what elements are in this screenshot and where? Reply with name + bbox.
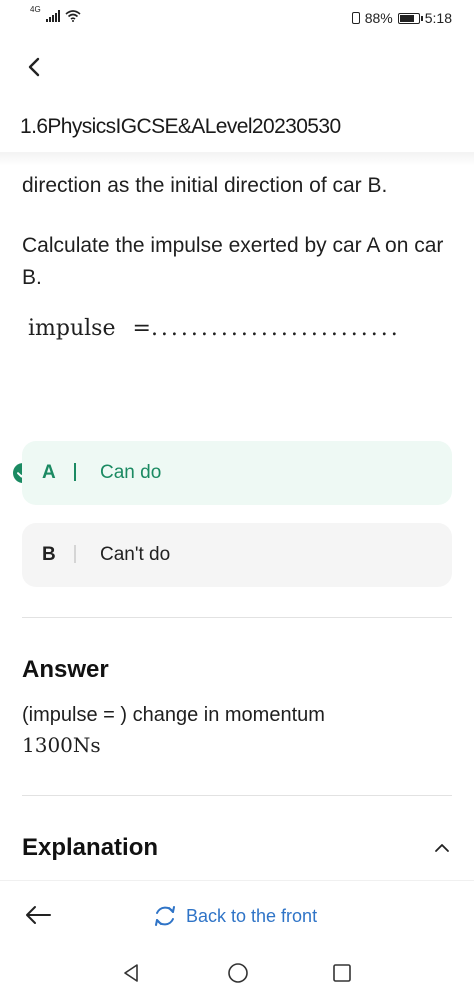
option-label: Can do (100, 462, 162, 483)
page-title: 1.6PhysicsIGCSE&ALevel20230530 (20, 115, 341, 138)
signal-icon (45, 10, 60, 22)
triangle-back-icon[interactable] (120, 962, 142, 984)
header-divider (0, 152, 474, 166)
square-recent-icon[interactable] (332, 963, 352, 983)
status-left: 4G (30, 5, 81, 22)
chevron-up-icon[interactable] (432, 838, 452, 858)
impulse-equals: = (132, 316, 151, 341)
clock: 5:18 (424, 10, 452, 26)
status-right: 88% 5:18 (351, 10, 452, 26)
answer-text-2: 1300Ns (22, 733, 101, 757)
question-text-1: direction as the initial direction of ca… (22, 174, 388, 197)
impulse-answer-line: impulse =......................... (28, 316, 401, 341)
option-b[interactable]: B Can't do (22, 523, 452, 587)
divider (22, 795, 452, 796)
circle-home-icon[interactable] (227, 962, 249, 984)
battery-fill (399, 14, 414, 22)
impulse-label: impulse (28, 316, 116, 341)
impulse-dots: ......................... (150, 316, 401, 341)
network-type: 4G (30, 5, 41, 14)
battery-percent: 88% (364, 10, 393, 26)
bottom-action-bar: Back to the front (0, 880, 474, 951)
answer-title: Answer (22, 656, 109, 683)
wifi-icon (65, 10, 81, 22)
system-nav-bar (0, 950, 474, 1000)
divider (22, 617, 452, 618)
option-separator (74, 463, 76, 481)
refresh-icon (155, 906, 175, 926)
option-letter: B (42, 544, 56, 565)
status-bar: 4G 88% 5:18 (0, 0, 474, 40)
option-separator (74, 545, 76, 563)
question-text-2: Calculate the impulse exerted by car A o… (22, 234, 444, 289)
answer-text-1: (impulse = ) change in momentum (22, 704, 325, 726)
back-to-front-button[interactable]: Back to the front (152, 903, 317, 929)
arrow-left-icon[interactable] (24, 904, 52, 926)
back-to-front-label: Back to the front (186, 905, 318, 926)
option-letter: A (42, 462, 56, 483)
explanation-title[interactable]: Explanation (22, 834, 158, 862)
chevron-left-icon[interactable] (20, 52, 50, 82)
option-a[interactable]: A Can do (22, 441, 452, 505)
battery-icon (397, 12, 423, 24)
option-label: Can't do (100, 544, 171, 565)
vibrate-icon (351, 12, 360, 24)
